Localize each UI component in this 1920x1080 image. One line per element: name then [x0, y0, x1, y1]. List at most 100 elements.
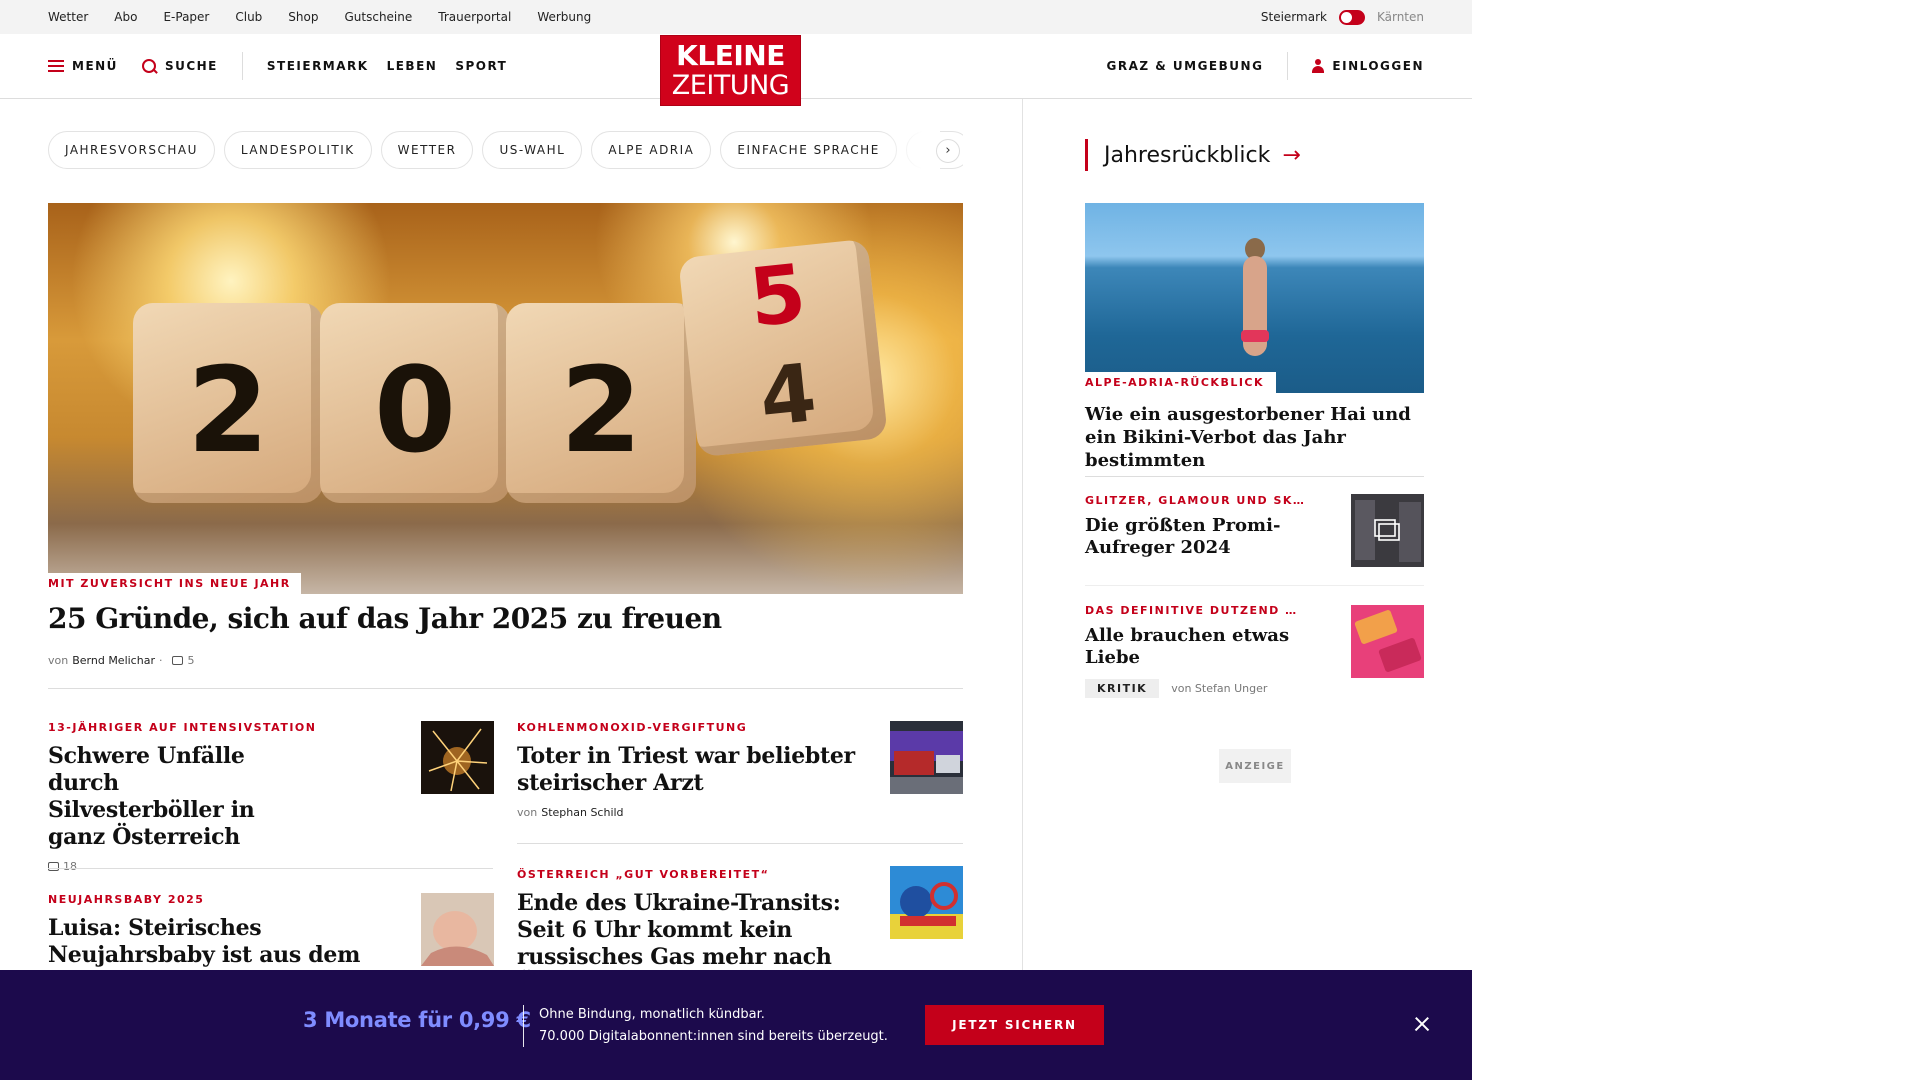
- close-icon[interactable]: [1410, 1012, 1434, 1036]
- hero-kicker: MIT ZUVERSICHT INS NEUE JAHR: [48, 573, 301, 594]
- article-triest[interactable]: KOHLENMONOXID-VERGIFTUNG Toter in Triest…: [517, 721, 857, 819]
- logo-line-2: ZEITUNG: [671, 70, 790, 101]
- pill-landespolitik[interactable]: LANDESPOLITIK: [223, 131, 372, 169]
- nav-sport[interactable]: SPORT: [455, 59, 507, 73]
- subscription-banner: 3 Monate für 0,99 € Ohne Bindung, monatl…: [0, 970, 1472, 1080]
- comment-icon: [48, 862, 59, 871]
- sidebar-lead-title[interactable]: Wie ein ausgestorbener Hai und ein Bikin…: [1085, 403, 1430, 472]
- article-silvester[interactable]: 13-JÄHRIGER AUF INTENSIVSTATION Schwere …: [48, 721, 368, 873]
- gallery-thumbnail[interactable]: [1351, 494, 1424, 567]
- util-link-gutscheine[interactable]: Gutscheine: [344, 10, 412, 24]
- pill-einfache-sprache[interactable]: EINFACHE SPRACHE: [720, 131, 897, 169]
- util-link-werbung[interactable]: Werbung: [537, 10, 591, 24]
- pill-us-wahl[interactable]: US-WAHL: [482, 131, 583, 169]
- article-by: von: [517, 806, 538, 819]
- region-switch: Steiermark Kärnten: [1261, 0, 1424, 34]
- cube-1: 2: [133, 303, 323, 503]
- chevron-right-icon[interactable]: ›: [936, 139, 960, 163]
- nav-graz-umgebung[interactable]: GRAZ & UMGEBUNG: [1107, 59, 1264, 73]
- region-kaernten[interactable]: Kärnten: [1377, 10, 1424, 24]
- sidebar-item-meta: KRITIK von Stefan Unger: [1085, 679, 1424, 698]
- cube-digit-5: 5: [744, 246, 811, 345]
- logo-line-1: KLEINE: [676, 39, 785, 72]
- sidebar-item-title[interactable]: Alle brauchen etwas Liebe: [1085, 625, 1335, 669]
- promo-divider: [523, 1005, 524, 1047]
- search-button[interactable]: SUCHE: [141, 58, 218, 74]
- promo-offer: 3 Monate für 0,99 €: [303, 1008, 531, 1032]
- article-thumbnail-firetruck[interactable]: [890, 721, 963, 794]
- swimmer-figure: [1235, 238, 1275, 388]
- utility-bar: Wetter Abo E-Paper Club Shop Gutscheine …: [0, 0, 1472, 34]
- header-divider-right: [1287, 52, 1289, 80]
- subscribe-button[interactable]: JETZT SICHERN: [925, 1005, 1104, 1045]
- article-comment-count[interactable]: 18: [63, 860, 77, 873]
- menu-button[interactable]: MENÜ: [48, 59, 118, 73]
- header-divider: [241, 52, 243, 80]
- hero-image[interactable]: 2 0 2 5 4: [48, 203, 963, 594]
- menu-label: MENÜ: [72, 59, 118, 73]
- divider: [1085, 476, 1424, 477]
- cube-digit-4: 4: [755, 346, 821, 445]
- user-icon: [1312, 59, 1325, 73]
- main-header: MENÜ SUCHE STEIERMARK LEBEN SPORT KLEINE…: [0, 34, 1472, 106]
- site-logo[interactable]: KLEINE ZEITUNG: [660, 35, 801, 106]
- comment-icon: [172, 656, 184, 665]
- util-link-trauerportal[interactable]: Trauerportal: [438, 10, 511, 24]
- header-nav-left: MENÜ SUCHE STEIERMARK LEBEN SPORT: [48, 34, 525, 98]
- util-link-club[interactable]: Club: [235, 10, 262, 24]
- sidebar-lead-image[interactable]: [1085, 203, 1424, 393]
- sidebar-heading[interactable]: Jahresrückblick →: [1085, 139, 1301, 171]
- cube-2: 0: [320, 303, 510, 503]
- article-author[interactable]: Stephan Schild: [541, 806, 623, 819]
- cube-digit-2: 0: [373, 341, 457, 479]
- article-thumbnail-gas-pipeline[interactable]: [890, 866, 963, 939]
- hamburger-icon: [48, 60, 64, 72]
- pills-fade: [880, 131, 940, 171]
- nav-steiermark[interactable]: STEIERMARK: [267, 59, 369, 73]
- kritik-badge: KRITIK: [1085, 679, 1160, 698]
- article-title[interactable]: Schwere Unfälle durch Silvesterböller in…: [48, 743, 298, 851]
- article-title[interactable]: Toter in Triest war beliebter steirische…: [517, 743, 857, 797]
- article-kicker: 13-JÄHRIGER AUF INTENSIVSTATION: [48, 721, 317, 734]
- sidebar-item-byline[interactable]: von Stefan Unger: [1171, 682, 1267, 695]
- promo-line-1: Ohne Bindung, monatlich kündbar.: [539, 1007, 765, 1022]
- cube-digit-1: 2: [186, 341, 270, 479]
- util-link-abo[interactable]: Abo: [114, 10, 137, 24]
- login-label: EINLOGGEN: [1332, 59, 1424, 73]
- cube-digit-3: 2: [559, 341, 643, 479]
- article-thumbnail-fireworks[interactable]: [421, 721, 494, 794]
- cassette-thumbnail[interactable]: [1351, 605, 1424, 678]
- divider: [48, 688, 963, 689]
- hero-author[interactable]: Bernd Melichar: [72, 654, 155, 667]
- sidebar-heading-label: Jahresrückblick: [1104, 142, 1271, 168]
- nav-leben[interactable]: LEBEN: [387, 59, 438, 73]
- article-thumbnail-baby[interactable]: [421, 893, 494, 966]
- divider: [517, 843, 963, 844]
- region-steiermark[interactable]: Steiermark: [1261, 10, 1327, 24]
- hero-comment-count[interactable]: 5: [187, 654, 194, 667]
- util-link-wetter[interactable]: Wetter: [48, 10, 88, 24]
- pill-wetter[interactable]: WETTER: [380, 131, 474, 169]
- cube-4: 5 4: [678, 238, 888, 458]
- sidebar-lead-kicker: ALPE-ADRIA-RÜCKBLICK: [1085, 372, 1277, 393]
- arrow-right-icon: →: [1282, 142, 1301, 168]
- promo-description: Ohne Bindung, monatlich kündbar. 70.000 …: [539, 1004, 888, 1048]
- util-link-shop[interactable]: Shop: [288, 10, 318, 24]
- hero-by: von: [48, 654, 69, 667]
- article-kicker: ÖSTERREICH „GUT VORBEREITET“: [517, 868, 770, 881]
- toggle-switch-icon[interactable]: [1338, 9, 1365, 25]
- util-link-epaper[interactable]: E-Paper: [163, 10, 209, 24]
- hero-headline[interactable]: 25 Gründe, sich auf das Jahr 2025 zu fre…: [48, 602, 722, 635]
- login-button[interactable]: EINLOGGEN: [1312, 59, 1424, 73]
- article-meta: von Stephan Schild: [517, 806, 857, 819]
- article-kicker: KOHLENMONOXID-VERGIFTUNG: [517, 721, 748, 734]
- header-nav-right: GRAZ & UMGEBUNG EINLOGGEN: [1107, 34, 1425, 98]
- pill-jahresvorschau[interactable]: JAHRESVORSCHAU: [48, 131, 215, 169]
- pill-alpe-adria[interactable]: ALPE ADRIA: [591, 131, 712, 169]
- column-divider: [1022, 99, 1023, 1080]
- divider: [48, 868, 493, 869]
- utility-links: Wetter Abo E-Paper Club Shop Gutscheine …: [48, 0, 591, 34]
- cube-3: 2: [506, 303, 696, 503]
- divider: [1085, 585, 1424, 586]
- sidebar-item-title[interactable]: Die größten Promi-Aufreger 2024: [1085, 515, 1335, 559]
